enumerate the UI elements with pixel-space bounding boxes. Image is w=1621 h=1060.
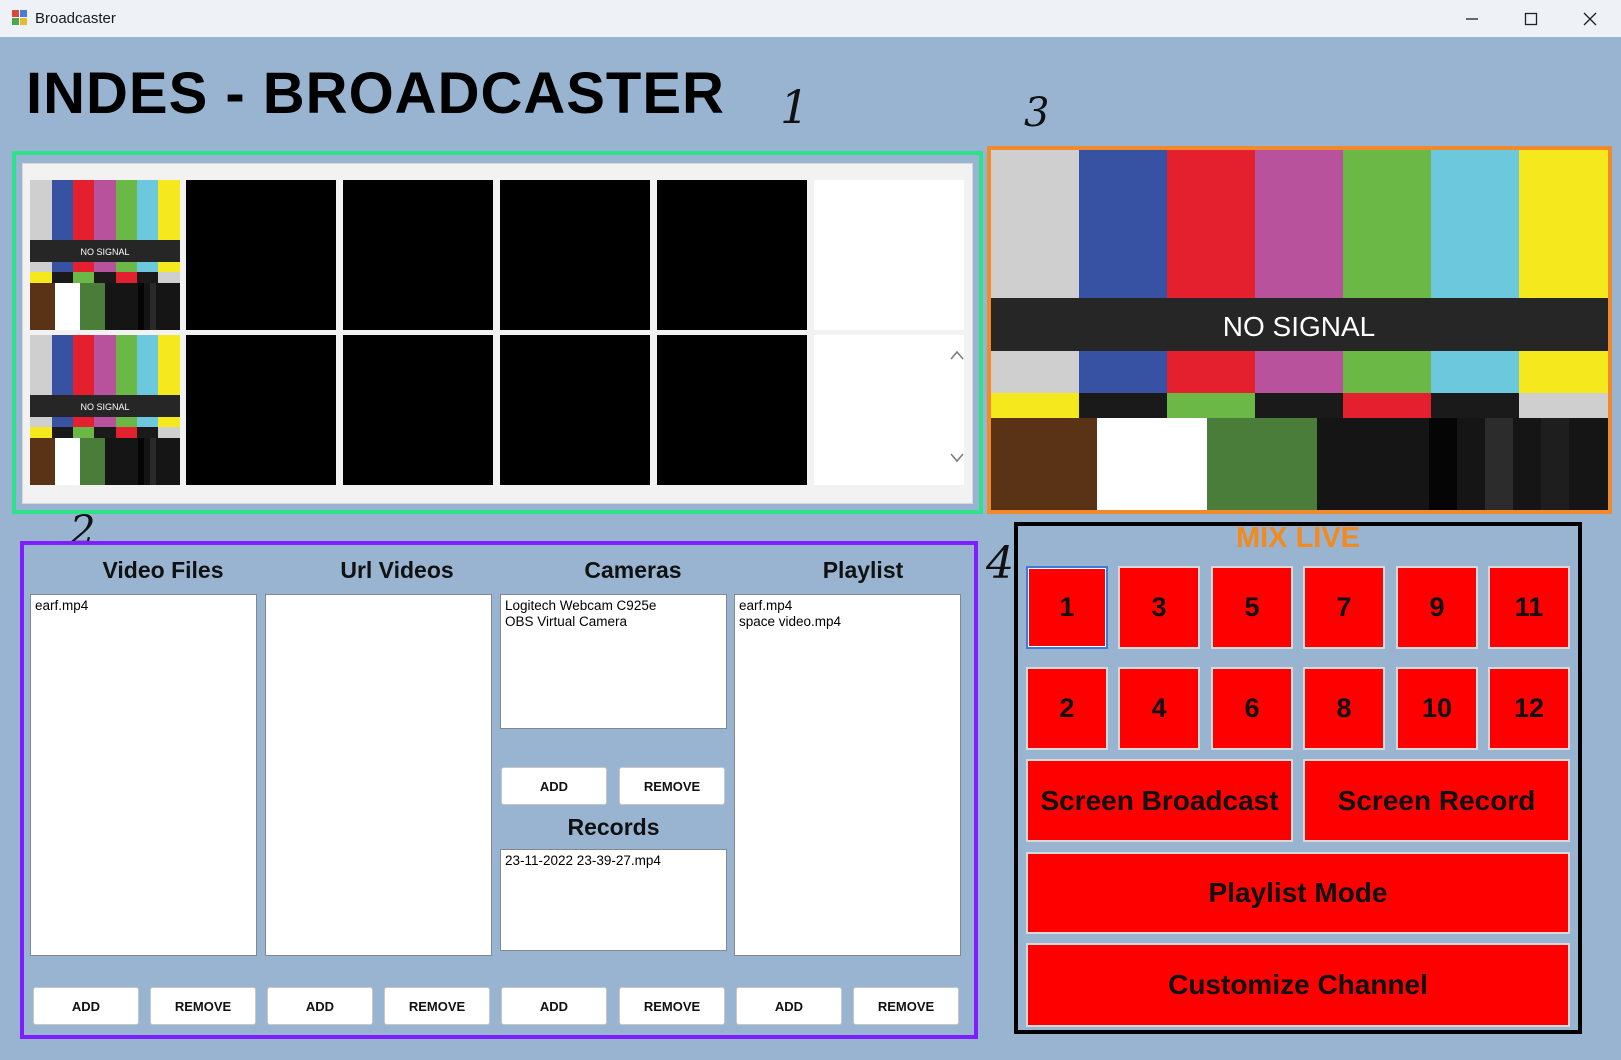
preview-tile-12[interactable] bbox=[814, 335, 964, 485]
customize-channel-button[interactable]: Customize Channel bbox=[1026, 943, 1570, 1027]
preview-tile-7[interactable]: NO SIGNAL bbox=[30, 335, 180, 485]
url-videos-add-button[interactable]: ADD bbox=[267, 987, 373, 1025]
close-icon bbox=[1583, 12, 1597, 25]
no-signal-small-text: NO SIGNAL bbox=[80, 247, 129, 257]
title-bar: Broadcaster bbox=[0, 0, 1621, 37]
no-signal-large-text: NO SIGNAL bbox=[1223, 311, 1375, 342]
preview-tile-5[interactable] bbox=[657, 180, 807, 330]
preview-tile-8[interactable] bbox=[186, 335, 336, 485]
color-bars-image: NO SIGNAL bbox=[30, 335, 180, 485]
channel-5-button[interactable]: 5 bbox=[1211, 566, 1293, 649]
minimize-icon bbox=[1466, 17, 1478, 20]
channel-9-button[interactable]: 9 bbox=[1396, 566, 1478, 649]
color-bars-image: NO SIGNAL bbox=[30, 180, 180, 330]
url-videos-label: Url Videos bbox=[340, 557, 454, 583]
minimize-button[interactable] bbox=[1443, 0, 1501, 37]
preview-tile-3[interactable] bbox=[343, 180, 493, 330]
playlist-list[interactable]: earf.mp4 space video.mp4 bbox=[734, 594, 961, 956]
preview-tile-11[interactable] bbox=[657, 335, 807, 485]
channel-8-button[interactable]: 8 bbox=[1303, 667, 1385, 750]
scroll-down-icon[interactable] bbox=[949, 448, 965, 469]
url-videos-remove-button[interactable]: REMOVE bbox=[384, 987, 490, 1025]
close-button[interactable] bbox=[1561, 0, 1619, 37]
preview-tile-2[interactable] bbox=[186, 180, 336, 330]
cameras-remove-button[interactable]: REMOVE bbox=[619, 767, 725, 805]
cameras-add-button[interactable]: ADD bbox=[501, 767, 607, 805]
channel-1-button[interactable]: 1 bbox=[1026, 566, 1108, 649]
maximize-icon bbox=[1524, 12, 1538, 25]
color-bars-large-image: NO SIGNAL bbox=[991, 150, 1608, 510]
channel-11-button[interactable]: 11 bbox=[1488, 566, 1570, 649]
mix-live-panel: MIX LIVE 1 3 5 7 9 11 2 4 6 8 10 12 Scre… bbox=[1014, 522, 1582, 1034]
preview-tile-4[interactable] bbox=[500, 180, 650, 330]
mix-live-title: MIX LIVE bbox=[1235, 522, 1361, 554]
screen-broadcast-button[interactable]: Screen Broadcast bbox=[1026, 759, 1293, 842]
list-item[interactable]: 23-11-2022 23-39-27.mp4 bbox=[505, 853, 722, 869]
preview-tile-6[interactable] bbox=[814, 180, 964, 330]
channel-7-button[interactable]: 7 bbox=[1303, 566, 1385, 649]
list-item[interactable]: Logitech Webcam C925e bbox=[505, 598, 722, 614]
preview-tile-1[interactable]: NO SIGNAL bbox=[30, 180, 180, 330]
video-files-add-button[interactable]: ADD bbox=[33, 987, 139, 1025]
channel-4-button[interactable]: 4 bbox=[1118, 667, 1200, 750]
preview-tile-10[interactable] bbox=[500, 335, 650, 485]
preview-tile-9[interactable] bbox=[343, 335, 493, 485]
list-item[interactable]: earf.mp4 bbox=[739, 598, 956, 614]
video-files-list[interactable]: earf.mp4 bbox=[30, 594, 257, 956]
window-title: Broadcaster bbox=[35, 10, 116, 27]
app-icon bbox=[12, 10, 28, 26]
cameras-list[interactable]: Logitech Webcam C925e OBS Virtual Camera bbox=[500, 594, 727, 729]
playlist-label: Playlist bbox=[822, 557, 904, 583]
channel-10-button[interactable]: 10 bbox=[1396, 667, 1478, 750]
records-remove-button[interactable]: REMOVE bbox=[619, 987, 725, 1025]
annotation-4: 4 bbox=[986, 538, 1014, 589]
list-item[interactable]: earf.mp4 bbox=[35, 598, 252, 614]
no-signal-small-text: NO SIGNAL bbox=[80, 402, 129, 412]
records-add-button[interactable]: ADD bbox=[501, 987, 607, 1025]
screen-record-button[interactable]: Screen Record bbox=[1303, 759, 1570, 842]
records-label: Records bbox=[567, 814, 660, 840]
scroll-up-icon[interactable] bbox=[949, 345, 965, 366]
playlist-remove-button[interactable]: REMOVE bbox=[853, 987, 959, 1025]
records-list[interactable]: 23-11-2022 23-39-27.mp4 bbox=[500, 849, 727, 951]
output-preview-panel: NO SIGNAL bbox=[987, 146, 1612, 514]
app-heading: INDES - BROADCASTER bbox=[26, 61, 725, 126]
video-files-remove-button[interactable]: REMOVE bbox=[150, 987, 256, 1025]
channel-12-button[interactable]: 12 bbox=[1488, 667, 1570, 750]
annotation-1: 1 bbox=[780, 80, 810, 134]
channel-3-button[interactable]: 3 bbox=[1118, 566, 1200, 649]
playlist-add-button[interactable]: ADD bbox=[736, 987, 842, 1025]
broadcaster-window: Broadcaster INDES - BROADCASTER 1 2 3 4 … bbox=[0, 0, 1621, 1060]
video-files-label: Video Files bbox=[102, 557, 224, 583]
channel-6-button[interactable]: 6 bbox=[1211, 667, 1293, 750]
maximize-button[interactable] bbox=[1502, 0, 1560, 37]
channel-2-button[interactable]: 2 bbox=[1026, 667, 1108, 750]
list-item[interactable]: OBS Virtual Camera bbox=[505, 614, 722, 630]
preview-grid-panel: NO SIGNAL NO SIGNAL bbox=[12, 151, 983, 514]
playlist-mode-button[interactable]: Playlist Mode bbox=[1026, 852, 1570, 934]
url-videos-list[interactable] bbox=[265, 594, 492, 956]
sources-panel: Video Files Url Videos Cameras Playlist … bbox=[20, 541, 978, 1039]
annotation-3: 3 bbox=[1024, 90, 1050, 136]
cameras-label: Cameras bbox=[584, 557, 682, 583]
list-item[interactable]: space video.mp4 bbox=[739, 614, 956, 630]
